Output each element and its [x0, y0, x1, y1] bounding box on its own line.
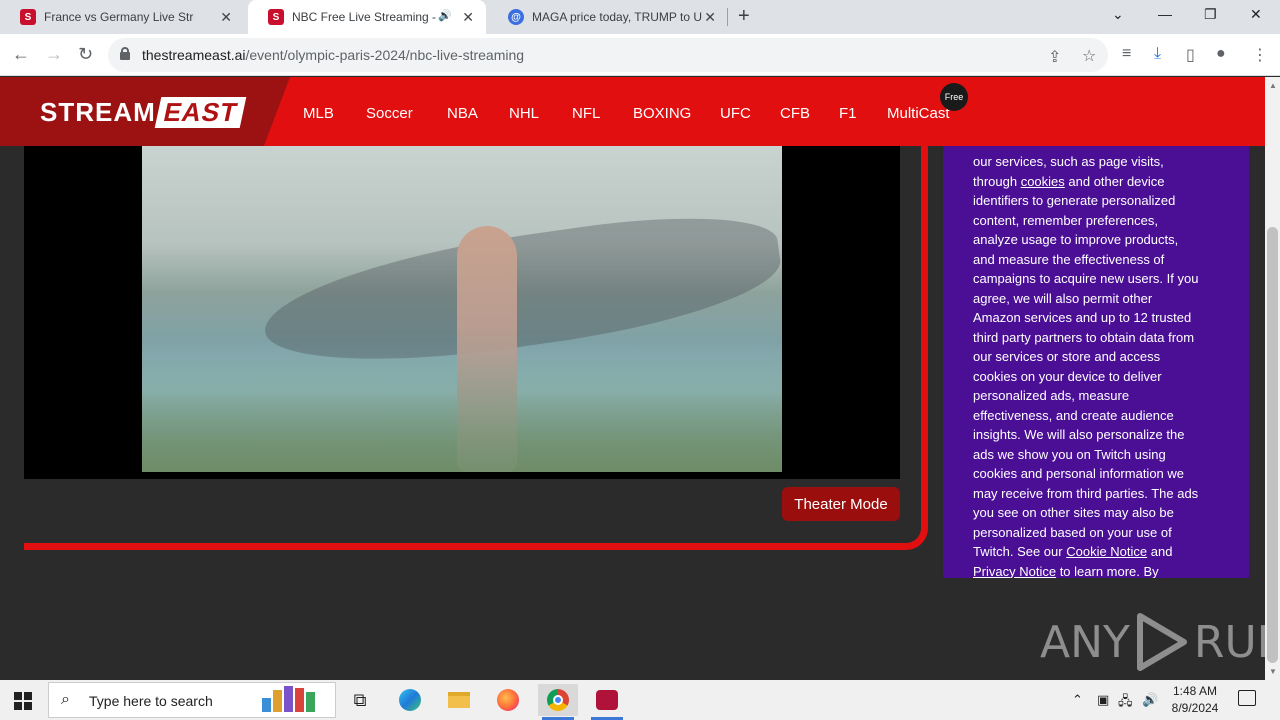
- page-scrollbar[interactable]: ▲ ▼: [1265, 77, 1280, 680]
- streameast-logo[interactable]: STREAM EAST: [40, 97, 247, 128]
- file-explorer-icon[interactable]: [439, 684, 479, 716]
- new-tab-button[interactable]: +: [738, 5, 750, 28]
- menu-kebab-icon[interactable]: ⋮: [1252, 45, 1268, 65]
- tab-title: NBC Free Live Streaming - St: [292, 10, 440, 24]
- network-icon[interactable]: 🖧: [1118, 692, 1133, 714]
- tab-france-germany[interactable]: S France vs Germany Live Streamin ✕: [0, 0, 244, 34]
- nav-multicast[interactable]: MultiCast: [887, 105, 950, 122]
- tab-nbc-live[interactable]: S NBC Free Live Streaming - St 🔊 ✕: [248, 0, 486, 34]
- books-widget-icon[interactable]: [262, 686, 332, 712]
- tray-chevron-up-icon[interactable]: ⌃: [1072, 692, 1083, 708]
- reload-icon[interactable]: ↻: [78, 44, 93, 65]
- firefox-icon[interactable]: [488, 684, 528, 716]
- task-view-icon[interactable]: ⧉: [340, 684, 380, 716]
- lock-icon: [120, 47, 130, 60]
- browser-toolbar: ← → ↻ thestreameast.ai/event/olympic-par…: [0, 34, 1280, 76]
- media-control-icon[interactable]: ≡: [1122, 45, 1131, 63]
- streameast-favicon-icon: S: [268, 9, 284, 25]
- streameast-favicon-icon: S: [20, 9, 36, 25]
- privacy-notice-link[interactable]: Privacy Notice: [973, 564, 1056, 579]
- tray-device-icon[interactable]: ▣: [1097, 692, 1109, 708]
- close-tab-icon[interactable]: ✕: [220, 9, 232, 26]
- tab-separator: [727, 8, 728, 26]
- windows-taskbar: ⌕ Type here to search ⧉ ⌃ ▣ 🖧 🔊 1:48 AM …: [0, 680, 1280, 720]
- theater-mode-button[interactable]: Theater Mode: [782, 487, 900, 521]
- address-bar[interactable]: thestreameast.ai/event/olympic-paris-202…: [108, 38, 1108, 72]
- nav-boxing[interactable]: BOXING: [633, 105, 691, 122]
- coin-favicon-icon: @: [508, 9, 524, 25]
- nav-soccer[interactable]: Soccer: [366, 105, 413, 122]
- cookie-consent-panel: our services, such as page visits, throu…: [943, 146, 1249, 578]
- minimize-button[interactable]: —: [1158, 6, 1172, 22]
- close-tab-icon[interactable]: ✕: [704, 9, 716, 26]
- play-triangle-icon: [1136, 613, 1187, 671]
- page-viewport: STREAM EAST MLB Soccer NBA NHL NFL BOXIN…: [0, 77, 1265, 680]
- site-header: STREAM EAST MLB Soccer NBA NHL NFL BOXIN…: [0, 77, 1265, 146]
- chrome-icon[interactable]: [538, 684, 578, 720]
- speaker-icon[interactable]: 🔊: [438, 9, 452, 22]
- back-arrow-icon[interactable]: ←: [12, 44, 30, 65]
- close-tab-icon[interactable]: ✕: [462, 9, 474, 26]
- restore-button[interactable]: ❐: [1204, 6, 1217, 23]
- edge-icon[interactable]: [390, 684, 430, 716]
- consent-text: our services, such as page visits, throu…: [973, 154, 1199, 579]
- search-icon: ⌕: [61, 691, 70, 708]
- tab-maga-price[interactable]: @ MAGA price today, TRUMP to US ✕: [488, 0, 728, 34]
- nav-ufc[interactable]: UFC: [720, 105, 751, 122]
- nav-cfb[interactable]: CFB: [780, 105, 810, 122]
- volume-icon[interactable]: 🔊: [1142, 692, 1158, 708]
- nav-mlb[interactable]: MLB: [303, 105, 334, 122]
- cookie-notice-link[interactable]: Cookie Notice: [1066, 544, 1147, 559]
- notification-icon[interactable]: [1238, 690, 1256, 706]
- profile-avatar-icon[interactable]: ●: [1216, 45, 1226, 63]
- close-window-button[interactable]: ✕: [1250, 6, 1262, 23]
- tab-strip: S France vs Germany Live Streamin ✕ S NB…: [0, 0, 1280, 34]
- nav-nfl[interactable]: NFL: [572, 105, 600, 122]
- anyrun-app-icon[interactable]: [587, 684, 627, 720]
- scrollbar-thumb[interactable]: [1267, 227, 1278, 663]
- forward-arrow-icon[interactable]: →: [45, 44, 63, 65]
- side-panel-icon[interactable]: ▯: [1186, 45, 1195, 65]
- windows-start-icon[interactable]: [14, 692, 32, 710]
- bookmark-star-icon[interactable]: ☆: [1082, 46, 1096, 66]
- nav-nba[interactable]: NBA: [447, 105, 478, 122]
- url-text[interactable]: thestreameast.ai/event/olympic-paris-202…: [142, 47, 524, 63]
- share-icon[interactable]: ⇪: [1048, 47, 1061, 67]
- cookies-link[interactable]: cookies: [1021, 174, 1065, 189]
- scroll-down-arrow-icon[interactable]: ▼: [1269, 667, 1277, 676]
- download-icon[interactable]: ⤓: [1154, 45, 1161, 63]
- anyrun-watermark: ANY RUN: [1040, 612, 1265, 672]
- nav-f1[interactable]: F1: [839, 105, 857, 122]
- taskbar-clock[interactable]: 1:48 AM 8/9/2024: [1160, 683, 1230, 717]
- tab-title: France vs Germany Live Streamin: [44, 10, 194, 24]
- tab-search-icon[interactable]: ⌄: [1112, 6, 1124, 23]
- nav-nhl[interactable]: NHL: [509, 105, 539, 122]
- scroll-up-arrow-icon[interactable]: ▲: [1269, 81, 1277, 90]
- tab-title: MAGA price today, TRUMP to US: [532, 10, 702, 24]
- free-badge: Free: [940, 83, 968, 111]
